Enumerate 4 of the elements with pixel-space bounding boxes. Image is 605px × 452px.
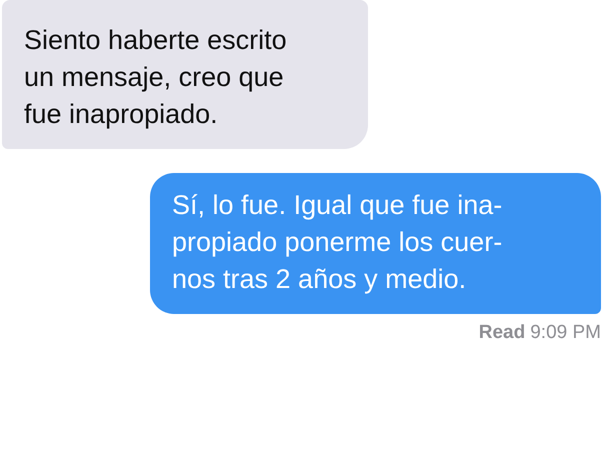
sent-message-bubble: Sí, lo fue. Igual que fue ina- propiado ponerme los cuer- nos tras 2 años y medio. [150, 173, 601, 314]
read-receipt-label: Read [478, 322, 526, 344]
read-receipt-time: 9:09 PM [530, 322, 601, 344]
received-message-bubble: Siento haberte escrito un mensaje, creo que fue inapropiado. [2, 0, 368, 149]
